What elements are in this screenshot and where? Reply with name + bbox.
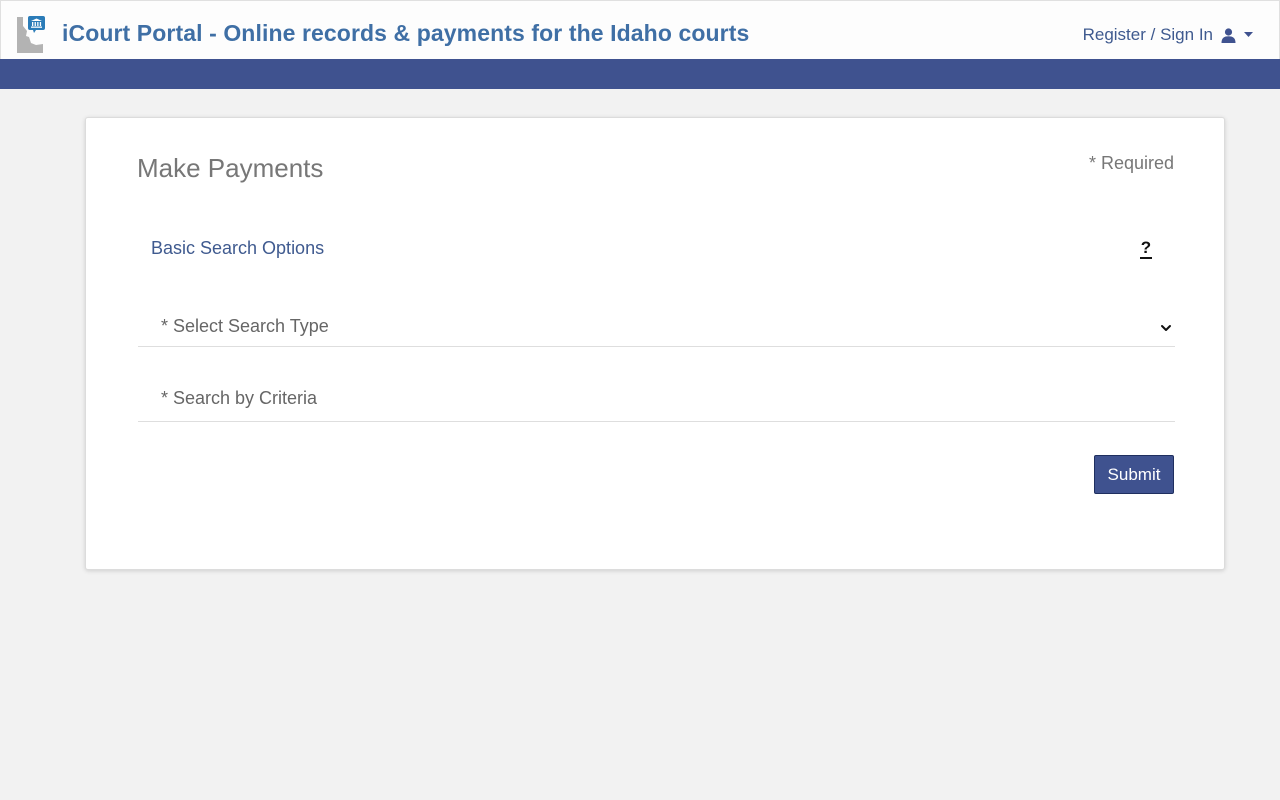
- make-payments-card: Make Payments * Required Basic Search Op…: [85, 117, 1225, 570]
- register-sign-in-menu[interactable]: Register / Sign In: [1083, 24, 1253, 46]
- help-icon[interactable]: ?: [1140, 239, 1152, 259]
- submit-button[interactable]: Submit: [1094, 455, 1174, 494]
- basic-search-options-label: Basic Search Options: [151, 238, 325, 258]
- search-type-select[interactable]: * Select Search Type: [138, 308, 1175, 347]
- search-criteria-input[interactable]: * Search by Criteria: [138, 380, 1175, 422]
- caret-down-icon: [1244, 32, 1253, 38]
- user-icon: [1221, 27, 1236, 43]
- chevron-down-icon: [1159, 321, 1173, 335]
- register-sign-in-label: Register / Sign In: [1082, 25, 1213, 44]
- top-header: iCourt Portal - Online records & payment…: [0, 0, 1280, 59]
- page-title: Make Payments: [137, 153, 324, 183]
- nav-bar: [0, 59, 1280, 89]
- required-note: * Required: [1088, 153, 1174, 173]
- search-type-label: * Select Search Type: [161, 316, 329, 336]
- idaho-courthouse-logo-icon[interactable]: [15, 15, 47, 53]
- app-title: iCourt Portal - Online records & payment…: [62, 20, 750, 46]
- search-criteria-label: * Search by Criteria: [161, 388, 318, 408]
